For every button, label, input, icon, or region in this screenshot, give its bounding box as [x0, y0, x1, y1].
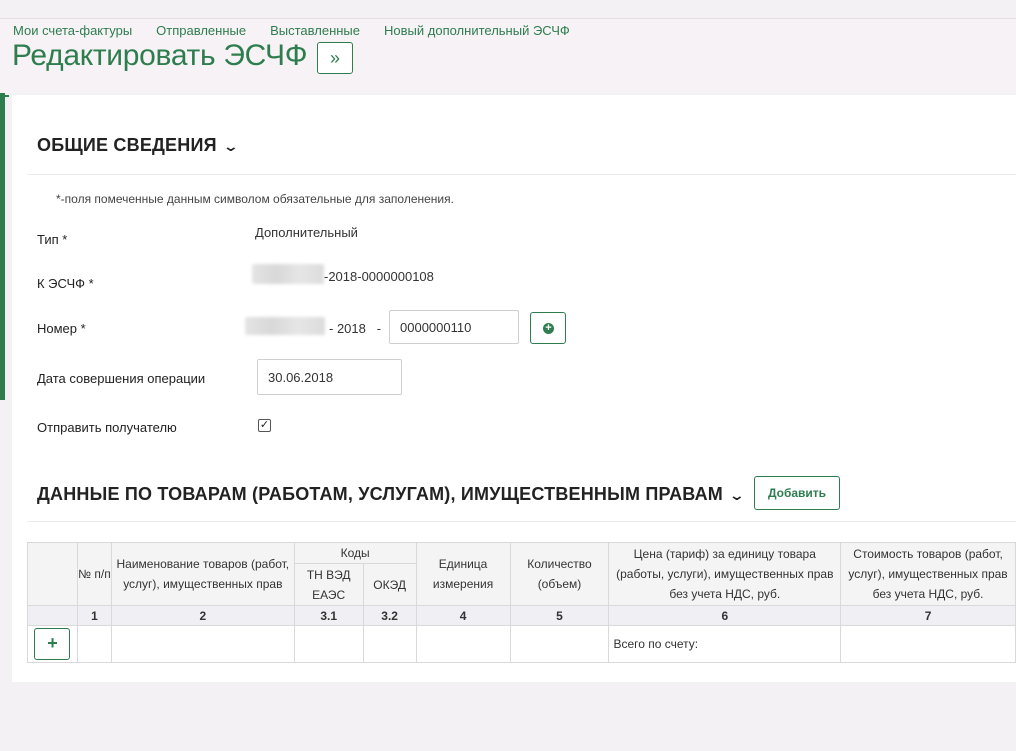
- col-tnved-header: ТН ВЭД ЕАЭС: [293, 563, 364, 606]
- num-row-empty: [27, 605, 78, 626]
- col-num-header: № п/п: [76, 542, 112, 606]
- goods-table: № п/п Наименование товаров (работ, услуг…: [27, 542, 1016, 663]
- col-name-header: Наименование товаров (работ, услуг), иму…: [110, 542, 295, 606]
- breadcrumb-nav: Мои счета-фактуры Отправленные Выставлен…: [13, 23, 594, 38]
- operation-date-label: Дата совершения операции: [37, 371, 206, 386]
- table-cell: [293, 625, 364, 663]
- redacted-id: [252, 264, 324, 284]
- nav-my-invoices[interactable]: Мои счета-фактуры: [13, 23, 132, 38]
- table-row: + Всего по счету:: [27, 625, 1016, 663]
- type-value: Дополнительный: [255, 225, 358, 240]
- add-row-button[interactable]: +: [34, 628, 71, 660]
- col-qty-header: Количество (объем): [509, 542, 610, 606]
- table-cell: [415, 625, 511, 663]
- general-section-header[interactable]: ОБЩИЕ СВЕДЕНИЯ ⌄: [37, 135, 240, 156]
- col-number: 4: [415, 605, 511, 626]
- col-number: 5: [509, 605, 610, 626]
- k-esf-label: К ЭСЧФ *: [37, 276, 94, 291]
- add-number-button[interactable]: +: [530, 312, 566, 344]
- section-divider: [27, 174, 1016, 175]
- col-oked-header: ОКЭД: [362, 563, 417, 606]
- col-price-header: Цена (тариф) за единицу товара (работы, …: [608, 542, 842, 606]
- send-to-recipient-label: Отправить получателю: [37, 420, 177, 435]
- goods-section-title: ДАННЫЕ ПО ТОВАРАМ (РАБОТАМ, УСЛУГАМ), ИМ…: [37, 484, 724, 504]
- number-label: Номер *: [37, 321, 86, 336]
- col-number: 2: [110, 605, 295, 626]
- accent-notch: [5, 95, 9, 97]
- table-cell: [76, 625, 112, 663]
- general-section-title: ОБЩИЕ СВЕДЕНИЯ: [37, 135, 217, 155]
- nav-new-additional[interactable]: Новый дополнительный ЭСЧФ: [384, 23, 570, 38]
- total-label: Всего по счету:: [608, 625, 842, 663]
- table-cell: [840, 625, 1016, 663]
- add-goods-button[interactable]: Добавить: [754, 476, 840, 510]
- col-codes-header: Коды: [293, 542, 417, 564]
- send-to-recipient-checkbox[interactable]: ✓: [258, 419, 271, 432]
- col-number: 7: [840, 605, 1016, 626]
- table-corner-cell: [27, 542, 78, 606]
- col-cost-header: Стоимость товаров (работ, услуг), имущес…: [840, 542, 1016, 606]
- table-cell: [362, 625, 417, 663]
- page-header: Мои счета-фактуры Отправленные Выставлен…: [0, 18, 1016, 93]
- col-number: 3.1: [293, 605, 364, 626]
- form-card: ОБЩИЕ СВЕДЕНИЯ ⌄ *-поля помеченные данным…: [12, 95, 1016, 682]
- table-cell: [509, 625, 610, 663]
- expand-button[interactable]: »: [317, 42, 353, 74]
- section-divider: [27, 521, 1016, 522]
- col-unit-header: Единица измерения: [415, 542, 511, 606]
- k-esf-value: -2018-0000000108: [324, 269, 434, 284]
- col-number: 3.2: [362, 605, 417, 626]
- plus-circle-icon: +: [543, 323, 554, 334]
- row-add-cell: +: [27, 625, 78, 663]
- number-input[interactable]: [389, 310, 519, 344]
- nav-issued[interactable]: Выставленные: [270, 23, 360, 38]
- operation-date-input[interactable]: [257, 359, 402, 395]
- required-note: *-поля помеченные данным символом обязат…: [56, 192, 454, 206]
- col-number: 1: [76, 605, 112, 626]
- redacted-number-prefix: [245, 317, 325, 335]
- page-title: Редактировать ЭСЧФ: [12, 39, 308, 72]
- chevron-down-icon: ⌄: [222, 138, 240, 154]
- type-label: Тип *: [37, 232, 68, 247]
- number-separator: - 2018 -: [329, 321, 382, 336]
- nav-sent[interactable]: Отправленные: [156, 23, 246, 38]
- chevron-down-icon: ⌄: [728, 487, 746, 503]
- table-cell: [110, 625, 295, 663]
- col-number: 6: [608, 605, 842, 626]
- goods-section-header[interactable]: ДАННЫЕ ПО ТОВАРАМ (РАБОТАМ, УСЛУГАМ), ИМ…: [37, 484, 746, 505]
